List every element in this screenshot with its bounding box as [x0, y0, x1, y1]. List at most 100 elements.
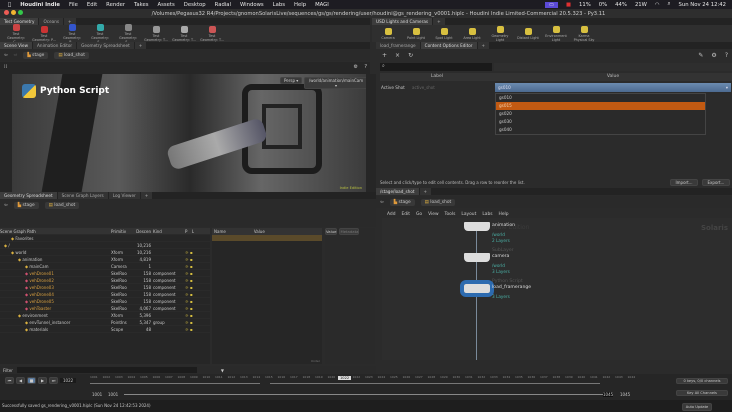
table-row[interactable]: ◆ environment Xform 5,396 ☼ ▪: [0, 312, 210, 319]
shelf-tool[interactable]: Point Light: [404, 27, 428, 40]
menu-desktop[interactable]: Desktop: [184, 2, 206, 8]
network-menu-go[interactable]: Go: [416, 212, 422, 217]
gear-icon[interactable]: ⚙: [711, 52, 716, 59]
shelf-tool[interactable]: Karma Physical Sky: [572, 25, 596, 42]
apple-icon[interactable]: : [8, 2, 11, 8]
spreadsheet-toolbar[interactable]: [0, 211, 376, 227]
tab-usd-lights[interactable]: USD Lights and Cameras: [372, 18, 433, 25]
tab-network[interactable]: /stage/load_shot: [376, 188, 419, 195]
menu-windows[interactable]: Windows: [240, 2, 264, 8]
current-frame-marker[interactable]: 1022: [338, 376, 352, 380]
tab-geometry-spreadsheet[interactable]: Geometry Spreadsheet: [0, 192, 57, 199]
table-row[interactable]: ◆ envTunnel_instancer PointIns 5,347 group …: [0, 319, 210, 326]
edit-icon[interactable]: ✎: [698, 52, 703, 59]
table-row[interactable]: ◆ vehDrone02 SkelRoo 158 component ☼ ▪: [0, 277, 210, 284]
path-node[interactable]: ▤ load_shot: [44, 201, 80, 209]
network-menu-add[interactable]: Add: [387, 212, 396, 217]
menu-radial[interactable]: Radial: [215, 2, 231, 8]
menu-render[interactable]: Render: [106, 2, 125, 8]
viewport-right-tools[interactable]: [366, 74, 376, 192]
path-stage[interactable]: ▙ stage: [389, 198, 415, 206]
scene-viewport[interactable]: Python Script Persp ▾ /world/animation/m…: [12, 74, 368, 192]
table-row[interactable]: ◆ vehDrone01 SkelRoo 158 component ☼ ▪: [0, 270, 210, 277]
path-node[interactable]: ▤ load_shot: [54, 51, 89, 59]
timeline-track[interactable]: [270, 383, 600, 384]
camera-menu[interactable]: /world/animation/mainCam ▾: [304, 77, 368, 89]
shelf-tool[interactable]: Test Geometry: C...: [4, 23, 28, 44]
table-row[interactable]: ◆ vehDrone04 SkelRoo 158 component ☼ ▪: [0, 291, 210, 298]
shelf-tool[interactable]: Test Geometry: S...: [88, 23, 112, 44]
shelf-tool[interactable]: Spot Light: [432, 27, 456, 40]
shelf-tool[interactable]: Geometry Light: [488, 25, 512, 42]
visibility-icon[interactable]: ☼ ▪: [185, 299, 193, 304]
search-input[interactable]: ⌕: [380, 63, 492, 71]
back-icon[interactable]: ⇦: [380, 200, 384, 205]
menu-magi[interactable]: MAGI: [315, 2, 329, 8]
viewport-left-tools[interactable]: [0, 74, 12, 192]
table-row[interactable]: ◆ Favorites: [0, 235, 210, 242]
menu-edit[interactable]: Edit: [87, 2, 97, 8]
add-tab-button[interactable]: +: [134, 42, 147, 49]
tab-content-options[interactable]: Content Options Editor: [420, 42, 477, 49]
dropdown-option[interactable]: gs010: [496, 94, 705, 102]
shelf-tool[interactable]: Test Geometry: S...: [116, 23, 140, 44]
end-frame[interactable]: 1045: [603, 392, 614, 397]
visibility-icon[interactable]: ☼ ▪: [185, 257, 193, 262]
gear-icon[interactable]: ⚙: [354, 64, 358, 70]
frame-field[interactable]: 1022: [60, 378, 77, 383]
tab-value[interactable]: Value: [325, 228, 338, 235]
back-icon[interactable]: ⇦: [4, 203, 8, 208]
menu-takes[interactable]: Takes: [134, 2, 149, 8]
visibility-icon[interactable]: ☼ ▪: [185, 306, 193, 311]
node-name[interactable]: animation: [492, 223, 515, 228]
visibility-icon[interactable]: ☼ ▪: [185, 327, 193, 332]
start-frame[interactable]: 1001: [92, 392, 102, 397]
play-button[interactable]: ▶: [38, 377, 47, 384]
tab-geometry-spreadsheet[interactable]: Geometry Spreadsheet: [77, 42, 134, 49]
screen-icon[interactable]: ▭: [544, 1, 558, 8]
visibility-icon[interactable]: ☼ ▪: [185, 320, 193, 325]
play-back-button[interactable]: ◀: [16, 377, 25, 384]
visibility-icon[interactable]: ☼ ▪: [185, 271, 193, 276]
table-row[interactable]: ◆ /10,216: [0, 242, 210, 249]
tab-load-framerange[interactable]: load_framerange: [376, 42, 420, 49]
tab-log-viewer[interactable]: Log Viewer: [108, 192, 140, 199]
forward-icon[interactable]: ⇨: [14, 53, 18, 58]
network-menu-layout[interactable]: Layout: [461, 212, 476, 217]
visibility-icon[interactable]: ☼ ▪: [185, 285, 193, 290]
shelf-tool[interactable]: Test Geometry: T...: [172, 25, 196, 42]
filter-input[interactable]: [16, 367, 197, 373]
end-frame-2[interactable]: 1045: [620, 392, 630, 397]
network-node[interactable]: [460, 280, 494, 297]
first-frame-button[interactable]: ⏮: [5, 377, 14, 384]
shelf-tool[interactable]: Distant Light: [516, 27, 540, 40]
export-button[interactable]: Export...: [702, 179, 730, 186]
menu-file[interactable]: File: [69, 2, 78, 8]
table-row[interactable]: ◆ vehToaster SkelRoo 4,067 component ☼ ▪: [0, 305, 210, 312]
node-name[interactable]: camera: [492, 254, 509, 259]
record-icon[interactable]: ■: [566, 2, 571, 8]
shelf-tool[interactable]: Environment Light: [544, 25, 568, 42]
import-button[interactable]: Import...: [670, 179, 698, 186]
add-icon[interactable]: +: [382, 52, 387, 59]
refresh-icon[interactable]: ↻: [408, 52, 413, 59]
menu-help[interactable]: Help: [294, 2, 306, 8]
funnel-icon[interactable]: ▼: [221, 368, 224, 373]
dropdown-option[interactable]: gs030: [496, 118, 705, 126]
network-menu-view[interactable]: View: [428, 212, 438, 217]
tab-scene-graph-layers[interactable]: Scene Graph Layers: [57, 192, 108, 199]
table-row[interactable]: ◆ world Xform 10,216 ☼ ▪: [0, 249, 210, 256]
persp-menu[interactable]: Persp ▾: [280, 77, 303, 84]
dropdown-option[interactable]: gs015: [496, 102, 705, 110]
shelf-tool[interactable]: Test Geometry: R...: [60, 23, 84, 44]
path-stage[interactable]: ▙ stage: [13, 201, 39, 209]
visibility-icon[interactable]: ☼ ▪: [185, 264, 193, 269]
help-icon[interactable]: ?: [725, 52, 728, 59]
stop-button[interactable]: ■: [27, 377, 36, 384]
help-icon[interactable]: ?: [364, 64, 367, 70]
search-icon[interactable]: ⌕: [668, 1, 671, 8]
add-tab-button[interactable]: +: [140, 192, 153, 199]
key-all-channels[interactable]: Key All Channels: [676, 390, 728, 396]
tab-scene-view[interactable]: Scene View: [0, 42, 33, 49]
node-name[interactable]: load_framerange: [492, 285, 531, 290]
